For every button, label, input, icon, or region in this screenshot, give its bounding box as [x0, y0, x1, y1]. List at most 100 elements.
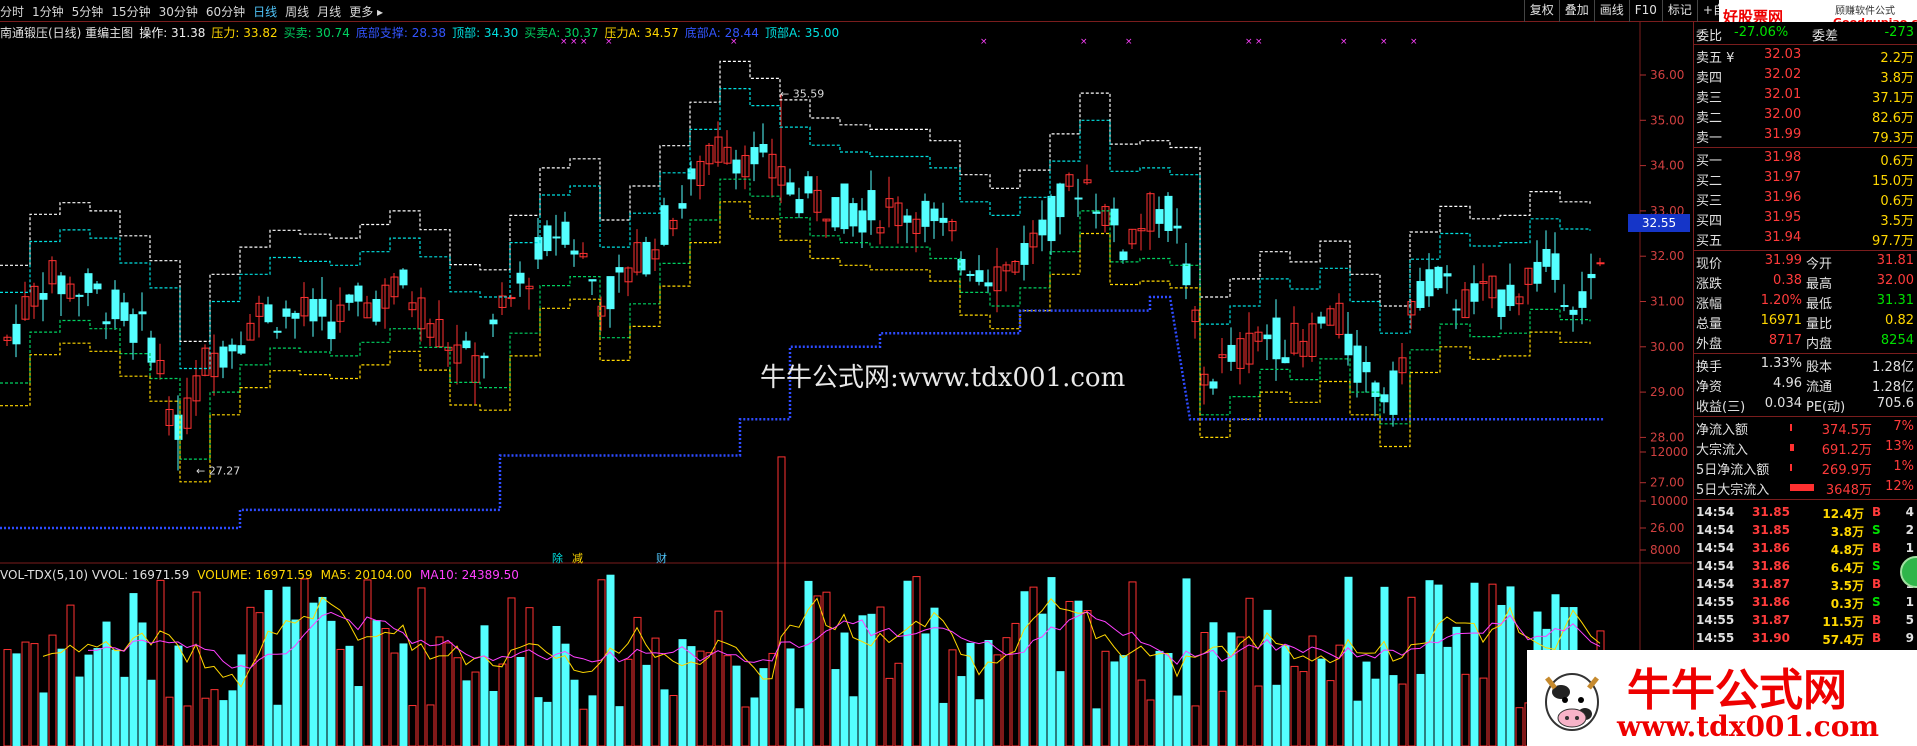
tick-price: 31.86 [1752, 595, 1790, 609]
volume-bar [1092, 708, 1101, 746]
bid-price: 31.98 [1764, 150, 1802, 165]
indicator-value-6: 买卖A: 30.37 [524, 26, 599, 40]
candle-body [1056, 183, 1065, 218]
candle-body [561, 221, 570, 245]
volume-bar [948, 649, 957, 746]
candle-body [309, 299, 318, 322]
candle-body [102, 321, 111, 325]
candle-body [1425, 269, 1434, 297]
period-tab-7[interactable]: 周线 [285, 5, 309, 19]
toolbar-button-1[interactable]: 叠加 [1558, 0, 1594, 22]
volume-bar [1083, 610, 1092, 746]
stat-value: 8254 [1880, 333, 1914, 348]
candle-body [678, 203, 687, 209]
period-tab-8[interactable]: 月线 [317, 5, 341, 19]
volume-bar [570, 679, 579, 746]
volume-bar [1056, 671, 1065, 746]
tick-n: 4 [1905, 505, 1914, 519]
volume-bar [579, 708, 588, 746]
fund-label: 流通 [1806, 380, 1833, 395]
volume-bar [1101, 650, 1110, 746]
toolbar-button-0[interactable]: 复权 [1523, 0, 1559, 22]
stat-value: 16971 [1760, 313, 1802, 328]
tdx-stock-terminal: { "period_bar":{"items":["分时","1分钟","5分钟… [0, 0, 1917, 746]
event-marker-2[interactable]: 财 [656, 551, 667, 565]
period-tab-3[interactable]: 15分钟 [111, 5, 150, 19]
tick-vol: 3.5万 [1830, 579, 1864, 593]
toolbar-button-4[interactable]: 标记 [1661, 0, 1697, 22]
candle-body [1281, 357, 1290, 364]
signal-marker: × [1340, 37, 1348, 47]
volume-bar [669, 695, 678, 746]
volume-bar [642, 664, 651, 746]
period-tab-5[interactable]: 60分钟 [206, 5, 245, 19]
tick-price: 31.87 [1752, 613, 1790, 627]
bid-label: 买三 [1696, 194, 1723, 209]
bid-row: 买一 31.98 0.6万 [1694, 149, 1917, 169]
candle-body [1164, 195, 1173, 231]
tick-price: 31.85 [1752, 523, 1790, 537]
candle-body [228, 344, 237, 352]
ask-volume: 37.1万 [1872, 91, 1914, 106]
stat-label: 量比 [1806, 317, 1833, 332]
toolbar-button-3[interactable]: F10 [1628, 0, 1662, 22]
vol-axis-label: 12000 [1650, 445, 1688, 459]
candle-body [219, 346, 228, 368]
event-marker-1[interactable]: 减 [572, 552, 583, 565]
price-axis-label: 27.00 [1650, 476, 1684, 490]
candle-body [1578, 291, 1587, 308]
volume-bar [426, 704, 435, 746]
volume-bar [1281, 645, 1290, 746]
tick-side: B [1872, 505, 1882, 519]
volume-bar [363, 579, 372, 746]
candle-body [1443, 273, 1452, 277]
volume-bar [264, 590, 273, 746]
event-marker-0[interactable]: 除 [552, 551, 563, 565]
period-tab-1[interactable]: 1分钟 [32, 5, 64, 19]
volume-bar [1443, 646, 1452, 746]
toolbar-button-2[interactable]: 画线 [1593, 0, 1629, 22]
volume-bar [1308, 635, 1317, 746]
volume-bar [453, 657, 462, 746]
tick-side: S [1872, 523, 1881, 537]
ask-row: 卖一 31.99 79.3万 [1694, 126, 1917, 146]
fund-value: 4.96 [1773, 376, 1802, 391]
candle-body [930, 208, 939, 222]
candle-body [138, 311, 147, 315]
candle-body [966, 273, 975, 276]
candle-body [1434, 266, 1443, 289]
volume-bar [723, 655, 732, 746]
tick-n: 2 [1905, 523, 1914, 537]
period-tab-9[interactable]: 更多 ▸ [349, 5, 383, 19]
candle-body [1173, 225, 1182, 229]
tick-n: 9 [1905, 631, 1914, 645]
fund-value: 1.33% [1760, 356, 1802, 371]
volume-bar [903, 580, 912, 746]
period-tab-6[interactable]: 日线 [253, 5, 277, 19]
flow-bar [1790, 424, 1792, 431]
badge-url: www.tdx001.com [1617, 710, 1879, 743]
price-axis-label: 35.00 [1650, 113, 1684, 127]
bid-price: 31.96 [1764, 190, 1802, 205]
candle-body [1263, 334, 1272, 340]
candle-body [534, 237, 543, 260]
volume-bar [1407, 596, 1416, 746]
bid-label: 买四 [1696, 214, 1723, 229]
volume-bar [993, 654, 1002, 746]
volume-bar [1452, 626, 1461, 746]
candle-body [660, 205, 669, 245]
volume-bar [705, 652, 714, 746]
signal-marker: × [1080, 37, 1088, 47]
period-tab-0[interactable]: 分时 [0, 5, 24, 19]
promo-badge: 牛牛公式网 www.tdx001.com [1527, 650, 1917, 746]
candle-body [1596, 262, 1605, 265]
candle-body [975, 270, 984, 282]
period-tab-2[interactable]: 5分钟 [72, 5, 104, 19]
quote-panel: 委比 -27.06% 委差 -273 卖五 ¥32.03 2.2万 卖四 32.02 3.8万卖… [1693, 22, 1917, 746]
volume-bar [714, 610, 723, 746]
tick-price: 31.85 [1752, 505, 1790, 519]
volume-bar [174, 645, 183, 746]
period-tab-4[interactable]: 30分钟 [159, 5, 198, 19]
volume-bar [1074, 600, 1083, 746]
tick-price: 31.86 [1752, 541, 1790, 555]
